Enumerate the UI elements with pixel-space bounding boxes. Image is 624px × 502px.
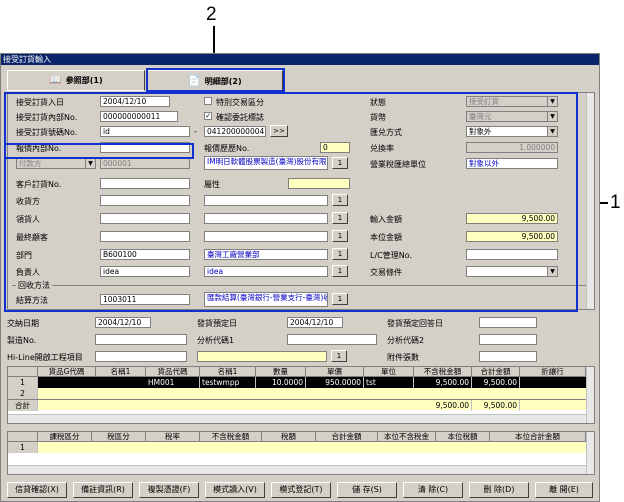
col-discount: 折讓行 bbox=[520, 367, 586, 377]
col-unit: 單位 bbox=[364, 367, 414, 377]
analysis2-input[interactable] bbox=[479, 334, 537, 345]
col-base-net: 本位不含稅金 bbox=[378, 432, 436, 442]
col-base-total: 本位合計金額 bbox=[490, 432, 586, 442]
cell[interactable]: testwmpp bbox=[200, 377, 256, 388]
highlight-detail-tab bbox=[146, 68, 285, 92]
col-tax-net: 不含稅金額 bbox=[200, 432, 262, 442]
cell[interactable]: tst bbox=[364, 377, 414, 388]
callout-number-1: 1 bbox=[610, 192, 621, 213]
panel-scrollbar[interactable] bbox=[586, 93, 594, 309]
mfg-no-label: 製造No. bbox=[7, 336, 37, 345]
total-sum: 9,500.00 bbox=[472, 400, 520, 411]
cell[interactable]: 9,500.00 bbox=[414, 377, 472, 388]
totals-row: 合計 9,500.00 9,500.00 bbox=[8, 399, 586, 411]
clear-button[interactable]: 清 除(C) bbox=[403, 482, 463, 498]
items-vscrollbar[interactable] bbox=[586, 367, 594, 423]
col-net-amount: 不含稅金額 bbox=[414, 367, 472, 377]
copy-voucher-button[interactable]: 複製憑證(F) bbox=[139, 482, 199, 498]
col-item-code: 貨品代碼 bbox=[146, 367, 200, 377]
col-tax-rate: 稅率 bbox=[146, 432, 200, 442]
col-item-group-code: 貨品G代碼 bbox=[38, 367, 96, 377]
cell[interactable]: 9,500.00 bbox=[472, 377, 520, 388]
col-tax-type: 稅區分 bbox=[92, 432, 146, 442]
row-number: 1 bbox=[8, 377, 38, 388]
col-qty: 數量 bbox=[256, 367, 306, 377]
col-base-tax: 本位稅額 bbox=[436, 432, 490, 442]
total-net: 9,500.00 bbox=[414, 400, 472, 411]
analysis1-label: 分析代碼1 bbox=[197, 336, 235, 345]
col-unit-price: 單價 bbox=[306, 367, 364, 377]
callout-number-2: 2 bbox=[206, 4, 217, 25]
ship-reply-label: 發貨預定回答日 bbox=[387, 319, 443, 328]
highlight-quote-no bbox=[4, 143, 194, 159]
register-pattern-button[interactable]: 模式登記(T) bbox=[271, 482, 331, 498]
col-total-amount: 合計金額 bbox=[472, 367, 520, 377]
save-button[interactable]: 儲 存(S) bbox=[337, 482, 397, 498]
hiline-name[interactable] bbox=[197, 351, 327, 362]
cell[interactable]: HM001 bbox=[146, 377, 200, 388]
remarks-button[interactable]: 備註資訊(R) bbox=[73, 482, 133, 498]
action-button-bar: 信貸確認(X) 備註資訊(R) 複製憑證(F) 模式讀入(V) 模式登記(T) … bbox=[7, 482, 595, 498]
tax-grid-corner bbox=[8, 432, 38, 442]
hiline-label: Hi-Line開啟工程項目 bbox=[7, 353, 83, 362]
col-name1: 名稱1 bbox=[96, 367, 146, 377]
tab-reference-label: 参照部(1) bbox=[65, 76, 103, 85]
load-pattern-button[interactable]: 模式讀入(V) bbox=[205, 482, 265, 498]
hiline-lookup-button[interactable]: 1 bbox=[331, 350, 347, 362]
ship-plan-input[interactable]: 2004/12/10 bbox=[287, 317, 343, 328]
attach-input[interactable] bbox=[479, 351, 537, 362]
attach-label: 附件張數 bbox=[387, 353, 419, 362]
col-tax-amount: 稅額 bbox=[262, 432, 316, 442]
tax-grid: 課稅區分 稅區分 稅率 不含稅金額 稅額 合計金額 本位不含稅金 本位稅額 本位… bbox=[7, 431, 595, 475]
col-tax-total: 合計金額 bbox=[316, 432, 378, 442]
tax-hscrollbar[interactable] bbox=[8, 465, 586, 474]
cell[interactable]: 10.0000 bbox=[256, 377, 306, 388]
hiline-code[interactable] bbox=[95, 351, 187, 362]
cell[interactable]: 950.0000 bbox=[306, 377, 364, 388]
table-row[interactable]: 1 HM001 testwmpp 10.0000 950.0000 tst 9,… bbox=[8, 377, 586, 388]
highlight-detail-panel bbox=[4, 92, 578, 312]
delete-button[interactable]: 刪 除(D) bbox=[469, 482, 529, 498]
mfg-no-input[interactable] bbox=[95, 334, 187, 345]
analysis1-input[interactable] bbox=[287, 334, 377, 345]
window-title: 接受訂貨輸入 bbox=[1, 54, 599, 65]
table-row[interactable]: 1 bbox=[8, 442, 586, 453]
ship-reply-input[interactable] bbox=[479, 317, 537, 328]
delivery-date-label: 交納日期 bbox=[7, 319, 39, 328]
tab-reference[interactable]: 📖 参照部(1) bbox=[7, 70, 145, 91]
row-number: 2 bbox=[8, 388, 38, 399]
items-hscrollbar[interactable] bbox=[8, 414, 586, 423]
book-icon: 📖 bbox=[49, 75, 62, 86]
row-number: 1 bbox=[8, 442, 38, 453]
total-label: 合計 bbox=[8, 400, 38, 411]
ship-plan-label: 發貨預定日 bbox=[197, 319, 237, 328]
table-row[interactable]: 2 bbox=[8, 388, 586, 399]
tax-vscrollbar[interactable] bbox=[586, 432, 594, 474]
credit-check-button[interactable]: 信貸確認(X) bbox=[7, 482, 67, 498]
col-name1b: 名稱1 bbox=[200, 367, 256, 377]
analysis2-label: 分析代碼2 bbox=[387, 336, 425, 345]
items-grid: 貨品G代碼 名稱1 貨品代碼 名稱1 數量 單價 單位 不含稅金額 合計金額 折… bbox=[7, 366, 595, 424]
exit-button[interactable]: 離 開(E) bbox=[535, 482, 593, 498]
delivery-date-input[interactable]: 2004/12/10 bbox=[95, 317, 151, 328]
items-grid-corner bbox=[8, 367, 38, 377]
col-tax-class: 課稅區分 bbox=[38, 432, 92, 442]
